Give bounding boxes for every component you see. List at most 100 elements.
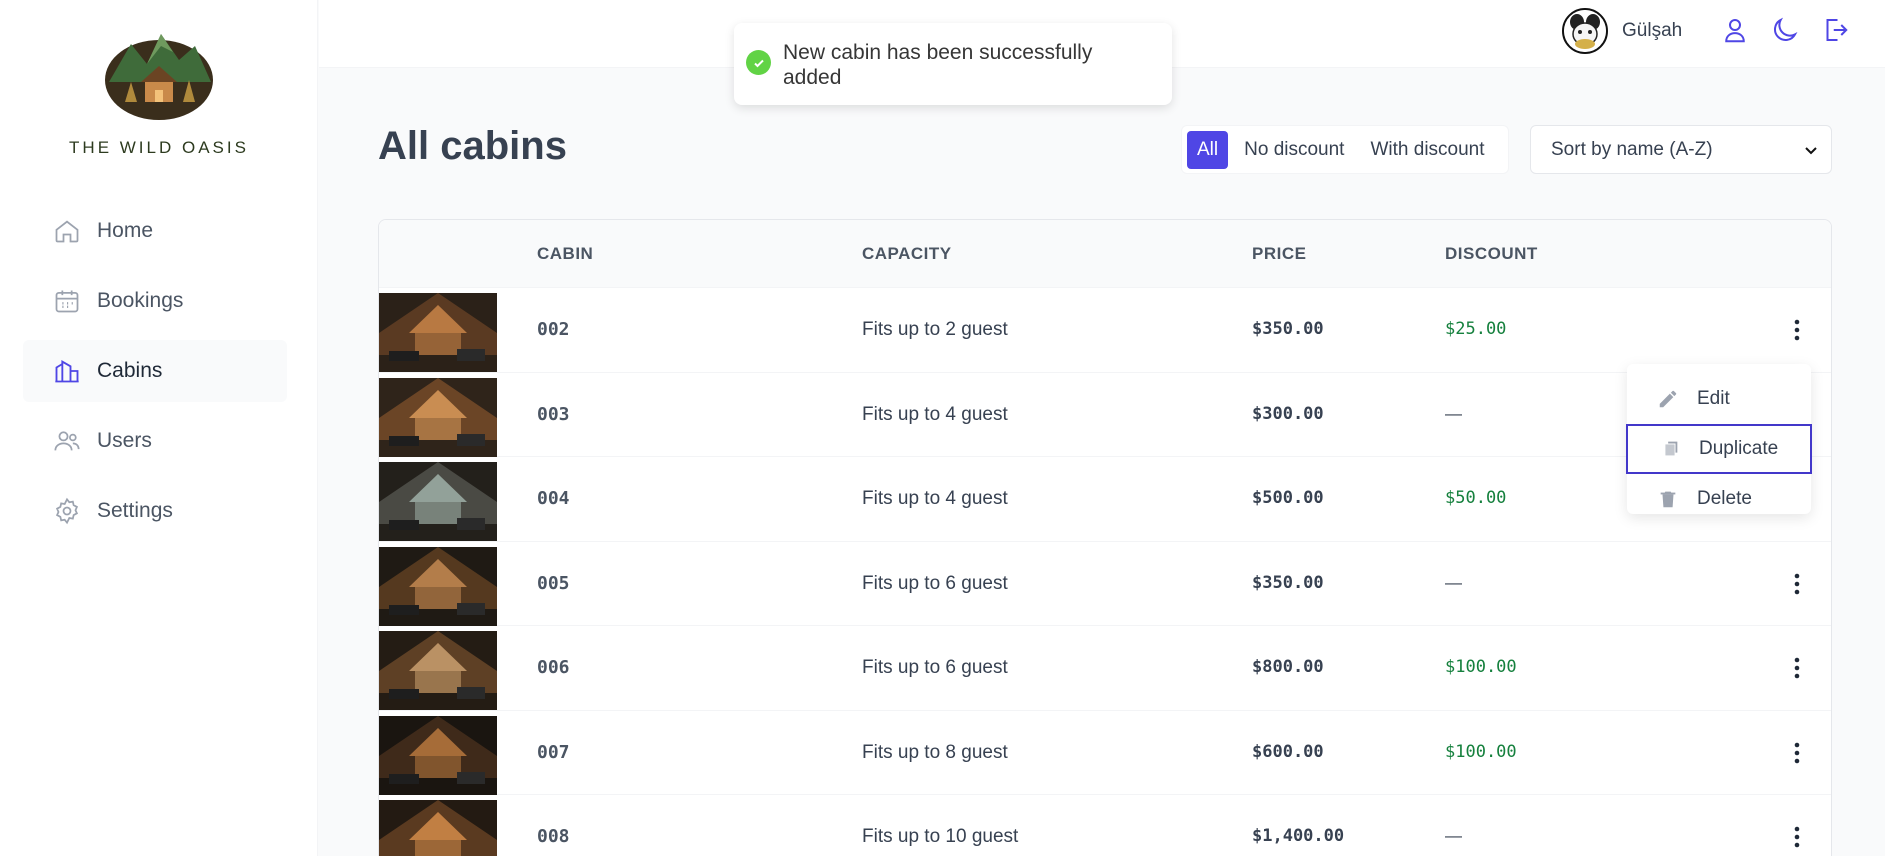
sort-select[interactable]: Sort by name (A-Z) [1530, 125, 1832, 174]
cabin-image [379, 462, 497, 541]
row-menu-button[interactable] [1782, 315, 1812, 345]
table-row: 006 Fits up to 6 guest $800.00 $100.00 [379, 626, 1831, 711]
cabin-capacity: Fits up to 4 guest [862, 488, 1008, 509]
more-vertical-icon [1794, 742, 1800, 763]
pencil-icon [1659, 390, 1677, 408]
filter-all-button[interactable]: All [1187, 130, 1229, 169]
cabin-discount: $25.00 [1445, 319, 1507, 339]
cabin-image [379, 377, 497, 457]
trash-icon [1660, 491, 1676, 508]
cabin-image [379, 293, 497, 372]
sidebar-item-settings[interactable]: Settings [23, 480, 287, 542]
cabin-price: $350.00 [1252, 319, 1324, 339]
table-row: 004 Fits up to 4 guest $500.00 $50.00 [379, 457, 1831, 542]
sort-selected-value: Sort by name (A-Z) [1551, 138, 1713, 160]
cabin-image [379, 546, 497, 626]
row-actions-menu: Edit Duplicate Delete [1626, 364, 1812, 514]
calendar-icon [55, 290, 79, 313]
table-row: 002 Fits up to 2 guest $350.00 $25.00 [379, 288, 1831, 373]
sidebar-item-users[interactable]: Users [23, 410, 287, 472]
sidebar-item-label: Bookings [97, 289, 184, 312]
column-header-price: PRICE [1252, 244, 1307, 263]
user-profile[interactable]: Gülşah [1562, 8, 1682, 54]
sidebar-item-home[interactable]: Home [23, 200, 287, 262]
chevron-down-icon [1805, 147, 1817, 155]
brand-name: THE WILD OASIS [69, 138, 249, 157]
home-icon [55, 220, 79, 243]
discount-filter: All No discount With discount [1181, 125, 1509, 174]
cabin-name: 007 [537, 741, 570, 763]
menu-item-label: Delete [1697, 488, 1752, 509]
row-menu-button[interactable] [1782, 738, 1812, 768]
column-header-cabin: CABIN [537, 244, 594, 263]
menu-item-edit[interactable]: Edit [1627, 374, 1811, 424]
more-vertical-icon [1794, 657, 1800, 679]
cabin-name: 004 [537, 488, 570, 509]
cabin-image [379, 715, 497, 795]
sidebar-item-label: Settings [97, 499, 173, 522]
sidebar: THE WILD OASIS Home Bookings Cabins User… [0, 0, 318, 856]
logout-icon[interactable] [1820, 15, 1850, 45]
table-header: CABIN CAPACITY PRICE DISCOUNT [379, 220, 1831, 288]
more-vertical-icon [1794, 826, 1800, 848]
cabin-price: $300.00 [1252, 403, 1324, 424]
cabin-discount: — [1445, 826, 1462, 845]
check-icon [746, 50, 771, 75]
cabin-capacity: Fits up to 8 guest [862, 741, 1008, 763]
cabin-name: 002 [537, 319, 570, 340]
cabin-price: $1,400.00 [1252, 826, 1345, 846]
sidebar-nav: Home Bookings Cabins Users Settings [23, 200, 287, 550]
table-row: 005 Fits up to 6 guest $350.00 — [379, 542, 1831, 626]
row-menu-button[interactable] [1782, 569, 1812, 599]
filter-with-discount-button[interactable]: With discount [1360, 131, 1494, 169]
menu-item-delete[interactable]: Delete [1627, 474, 1811, 524]
cabin-capacity: Fits up to 2 guest [862, 319, 1008, 340]
table-row: 007 Fits up to 8 guest $600.00 $100.00 [379, 711, 1831, 795]
row-menu-button[interactable] [1782, 653, 1812, 683]
user-name: Gülşah [1622, 20, 1683, 41]
cabin-name: 003 [537, 403, 570, 425]
cabin-icon [55, 360, 79, 383]
filter-no-discount-button[interactable]: No discount [1234, 131, 1354, 169]
page-title: All cabins [378, 124, 567, 168]
column-header-capacity: CAPACITY [862, 244, 952, 263]
cabin-name: 008 [537, 826, 570, 847]
cabin-price: $350.00 [1252, 572, 1324, 593]
cabin-discount: — [1445, 403, 1462, 423]
cabin-name: 006 [537, 657, 570, 678]
logo-image [103, 30, 215, 120]
column-header-discount: DISCOUNT [1445, 244, 1538, 263]
sidebar-item-label: Cabins [97, 359, 163, 382]
cabin-discount: $100.00 [1445, 741, 1517, 762]
sidebar-item-bookings[interactable]: Bookings [23, 270, 287, 332]
menu-item-label: Edit [1697, 388, 1730, 409]
more-vertical-icon [1794, 319, 1800, 341]
cabin-discount: $50.00 [1445, 488, 1507, 508]
cabin-price: $600.00 [1252, 741, 1324, 762]
cabin-capacity: Fits up to 4 guest [862, 403, 1008, 425]
sidebar-item-label: Home [97, 219, 154, 242]
table-row: 008 Fits up to 10 guest $1,400.00 — [379, 795, 1831, 856]
users-icon [54, 431, 80, 451]
cabin-image [379, 631, 497, 710]
cabin-capacity: Fits up to 10 guest [862, 826, 1019, 847]
cabin-discount: $100.00 [1445, 657, 1517, 677]
duplicate-icon [1665, 441, 1678, 456]
success-toast: New cabin has been successfully added [734, 23, 1172, 105]
moon-icon[interactable] [1770, 15, 1800, 45]
menu-item-label: Duplicate [1699, 438, 1779, 459]
cabin-image [379, 800, 497, 856]
user-icon[interactable] [1720, 15, 1750, 45]
logo: THE WILD OASIS [0, 30, 318, 158]
toast-message: New cabin has been successfully added [783, 41, 1093, 89]
sidebar-item-label: Users [97, 429, 152, 452]
cabin-price: $500.00 [1252, 488, 1324, 508]
menu-item-duplicate[interactable]: Duplicate [1626, 424, 1812, 474]
cabin-price: $800.00 [1252, 657, 1324, 677]
cabin-discount: — [1445, 572, 1462, 592]
cabin-capacity: Fits up to 6 guest [862, 657, 1008, 678]
sidebar-item-cabins[interactable]: Cabins [23, 340, 287, 402]
cabin-name: 005 [537, 572, 570, 594]
row-menu-button[interactable] [1782, 822, 1812, 852]
table-row: 003 Fits up to 4 guest $300.00 — [379, 373, 1831, 457]
